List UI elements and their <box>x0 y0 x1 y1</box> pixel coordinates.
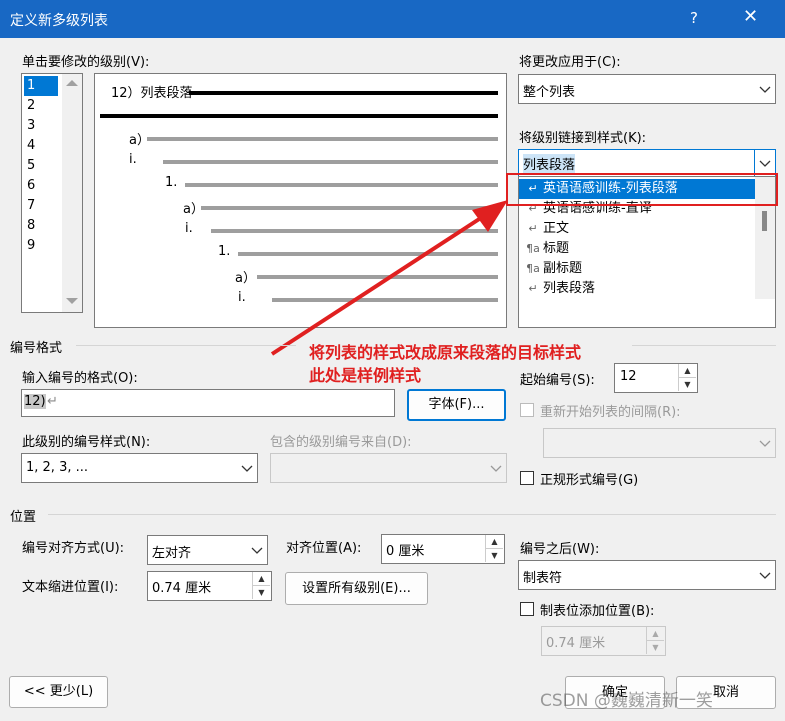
spin-up-icon[interactable]: ▲ <box>646 627 664 640</box>
legal-numbering-label: 正规形式编号(G) <box>540 473 639 488</box>
start-at-input[interactable]: 12 ▲ ▼ <box>614 363 698 393</box>
position-heading: 位置 <box>10 510 37 525</box>
tab-stop-spinner[interactable]: ▲ ▼ <box>646 627 664 655</box>
spin-down-icon[interactable]: ▼ <box>252 585 270 599</box>
section-divider <box>48 514 776 515</box>
chevron-down-icon <box>759 572 771 579</box>
font-button[interactable]: 字体(F)... <box>407 389 506 421</box>
spin-up-icon[interactable]: ▲ <box>678 364 696 377</box>
spin-down-icon[interactable]: ▼ <box>678 377 696 391</box>
follow-number-label: 编号之后(W): <box>520 542 600 557</box>
tab-stop-checkbox[interactable] <box>520 602 534 616</box>
start-at-spinner[interactable]: ▲ ▼ <box>678 364 696 392</box>
include-level-label: 包含的级别编号来自(D): <box>270 435 412 450</box>
number-format-heading: 编号格式 <box>10 341 63 356</box>
chevron-down-icon <box>759 440 771 447</box>
spin-down-icon[interactable]: ▼ <box>646 640 664 654</box>
indent-input[interactable]: 0.74 厘米 ▲ ▼ <box>147 571 272 601</box>
restart-select[interactable] <box>543 428 776 458</box>
indent-label: 文本缩进位置(I): <box>22 580 119 595</box>
annotation-text-1: 将列表的样式改成原来段落的目标样式 <box>309 343 582 362</box>
less-button[interactable]: << 更少(L) <box>9 676 108 708</box>
watermark: CSDN @巍巍清新一笑 <box>540 691 713 711</box>
indent-spinner[interactable]: ▲ ▼ <box>252 572 270 600</box>
chevron-down-icon <box>251 547 263 554</box>
format-label: 输入编号的格式(O): <box>22 371 138 386</box>
align-select[interactable]: 左对齐 <box>147 535 268 565</box>
number-style-select[interactable]: 1, 2, 3, ... <box>21 453 258 483</box>
section-divider <box>632 345 776 346</box>
tab-stop-label: 制表位添加位置(B): <box>540 604 655 619</box>
set-all-levels-button[interactable]: 设置所有级别(E)... <box>285 572 428 605</box>
include-level-select[interactable] <box>270 453 507 483</box>
format-input[interactable]: 12) ↵ <box>21 389 395 417</box>
spin-up-icon[interactable]: ▲ <box>485 535 503 548</box>
chevron-down-icon <box>490 465 502 472</box>
section-divider <box>76 345 296 346</box>
annotation-text-2: 此处是样例样式 <box>309 366 422 385</box>
number-style-label: 此级别的编号样式(N): <box>22 435 151 450</box>
legal-numbering-checkbox[interactable] <box>520 471 534 485</box>
spin-down-icon[interactable]: ▼ <box>485 548 503 562</box>
restart-checkbox[interactable] <box>520 403 534 417</box>
chevron-down-icon <box>241 465 253 472</box>
spin-up-icon[interactable]: ▲ <box>252 572 270 585</box>
aligned-at-label: 对齐位置(A): <box>286 541 362 556</box>
aligned-at-input[interactable]: 0 厘米 ▲ ▼ <box>381 534 505 564</box>
aligned-at-spinner[interactable]: ▲ ▼ <box>485 535 503 563</box>
start-at-label: 起始编号(S): <box>520 373 595 388</box>
restart-label: 重新开始列表的间隔(R): <box>540 405 681 420</box>
tab-stop-input[interactable]: 0.74 厘米 ▲ ▼ <box>541 626 666 656</box>
paragraph-mark-icon: ↵ <box>47 394 58 409</box>
follow-number-select[interactable]: 制表符 <box>518 560 776 590</box>
align-label: 编号对齐方式(U): <box>22 541 125 556</box>
